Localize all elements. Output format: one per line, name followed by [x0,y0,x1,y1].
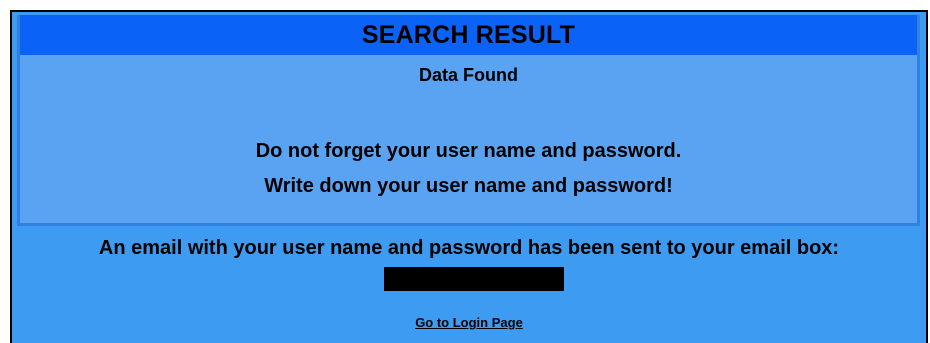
login-page-link[interactable]: Go to Login Page [12,315,926,330]
redacted-email [384,267,564,291]
search-result-panel: SEARCH RESULT Data Found Do not forget y… [17,15,920,226]
email-sent-notice: An email with your user name and passwor… [98,237,840,259]
reminder-line-1: Do not forget your user name and passwor… [255,140,682,162]
search-result-frame: SEARCH RESULT Data Found Do not forget y… [10,10,928,343]
title-bar: SEARCH RESULT [20,15,917,55]
reminder-line-2: Write down your user name and password! [264,175,673,197]
page-title: SEARCH RESULT [361,20,576,49]
status-text: Data Found [419,65,518,85]
